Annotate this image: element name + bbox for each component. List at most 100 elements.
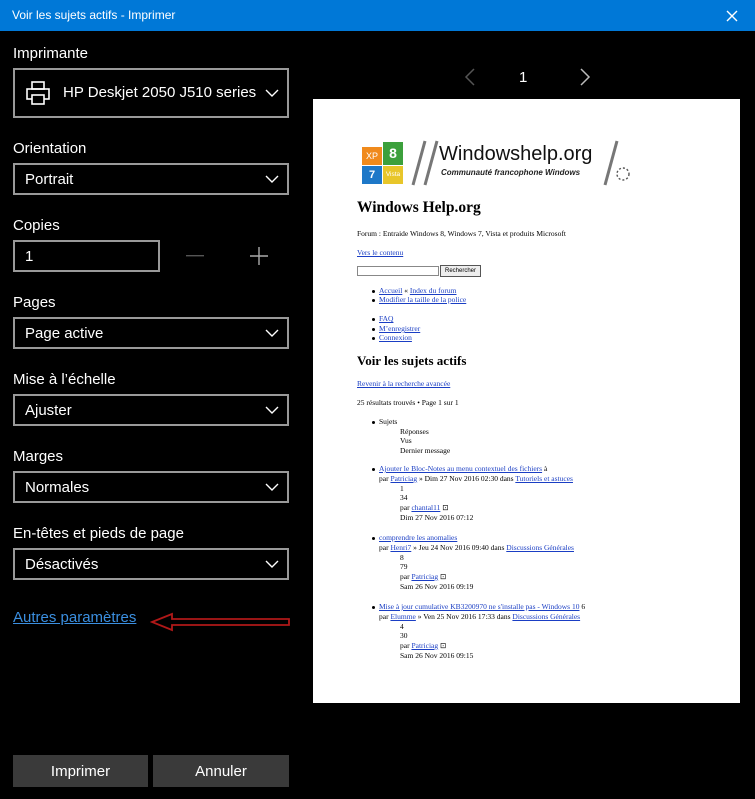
bullet xyxy=(372,468,375,471)
logo-site-name: Windowshelp.org xyxy=(439,143,593,165)
scale-value: Ajuster xyxy=(25,402,72,419)
margins-value: Normales xyxy=(25,479,90,496)
preview-topic-views: 34 xyxy=(400,493,408,502)
preview-topic-replies: 8 xyxy=(400,553,404,562)
preview-topic-suffix: 6 xyxy=(579,602,586,611)
preview-author-prefix: par xyxy=(379,474,391,483)
preview-topic-forum: Tutoriels et astuces xyxy=(515,474,573,483)
close-icon xyxy=(726,10,738,21)
copies-label: Copies xyxy=(13,217,60,234)
previous-page-button[interactable] xyxy=(460,66,480,88)
bullet xyxy=(372,606,375,609)
preview-topic-link: comprendre les anomalies xyxy=(379,533,458,542)
preview-back-link: Revenir à la recherche avancée xyxy=(357,379,451,388)
scale-label: Mise à l’échelle xyxy=(13,371,116,388)
preview-faq-link: FAQ xyxy=(379,314,394,323)
logo-tile-8: 8 xyxy=(383,142,403,165)
margins-label: Marges xyxy=(13,448,64,465)
printer-label: Imprimante xyxy=(13,45,89,62)
margins-select[interactable]: Normales xyxy=(13,471,289,503)
logo-tile-vista: Vista xyxy=(383,166,403,184)
bullet xyxy=(372,290,375,293)
preview-topic-last-date: Dim 27 Nov 2016 07:12 xyxy=(400,513,474,522)
more-settings-link[interactable]: Autres paramètres xyxy=(13,609,136,626)
loading-dots-icon xyxy=(616,167,630,181)
title-bar: Voir les sujets actifs - Imprimer xyxy=(0,0,755,31)
orientation-label: Orientation xyxy=(13,140,87,157)
preview-topic-last-by: par Patriciag ⊡ xyxy=(400,572,446,581)
preview-col-replies: Réponses xyxy=(400,427,429,436)
preview-nav-item: Accueil « Index du forum xyxy=(379,286,456,295)
preview-topic-last-by: par chantal11 ⊡ xyxy=(400,503,449,512)
preview-post-icon: ⊡ xyxy=(438,641,447,650)
preview-forum-desc: Forum : Entraide Windows 8, Windows 7, V… xyxy=(357,229,566,238)
bullet xyxy=(372,299,375,302)
preview-topic-meta: par Elumme » Ven 25 Nov 2016 17:33 dans … xyxy=(379,612,580,621)
preview-topic-last-by: par Patriciag ⊡ xyxy=(400,641,446,650)
copies-input[interactable]: 1 xyxy=(13,240,160,272)
preview-topic-link: Ajouter le Bloc-Notes au menu contextuel… xyxy=(379,464,543,473)
chevron-down-icon xyxy=(265,89,279,97)
increment-copies-button[interactable] xyxy=(245,242,273,270)
close-button[interactable] xyxy=(709,0,755,31)
preview-topic-author: Elumme xyxy=(390,612,416,621)
preview-topic-replies: 4 xyxy=(400,622,404,631)
preview-topic-suffix: à xyxy=(542,464,548,473)
page-number: 1 xyxy=(519,69,528,86)
preview-login-link: Connexion xyxy=(379,333,412,342)
preview-skip-link: Vers le contenu xyxy=(357,248,404,257)
minus-icon xyxy=(186,255,204,257)
preview-last-user: Patriciag xyxy=(411,641,439,650)
chevron-down-icon xyxy=(265,329,279,337)
preview-col-topics: Sujets xyxy=(379,417,398,426)
bullet xyxy=(372,318,375,321)
headers-footers-label: En-têtes et pieds de page xyxy=(13,525,184,542)
preview-topic-meta: par Henri7 » Jeu 24 Nov 2016 09:40 dans … xyxy=(379,543,574,552)
orientation-select[interactable]: Portrait xyxy=(13,163,289,195)
printer-icon xyxy=(26,81,50,105)
preview-topic-title: Mise à jour cumulative KB3200970 ne s'in… xyxy=(379,602,585,611)
cancel-button[interactable]: Annuler xyxy=(153,755,289,787)
preview-section-title: Voir les sujets actifs xyxy=(357,353,467,368)
decrement-copies-button[interactable] xyxy=(181,242,209,270)
headers-footers-select[interactable]: Désactivés xyxy=(13,548,289,580)
preview-nav-sep: « xyxy=(402,286,410,295)
preview-search-box xyxy=(357,266,439,276)
preview-last-prefix: par xyxy=(400,641,412,650)
chevron-down-icon xyxy=(265,483,279,491)
logo-tile-7: 7 xyxy=(362,166,382,184)
printer-select[interactable]: HP Deskjet 2050 J510 series xyxy=(13,68,289,118)
preview-post-icon: ⊡ xyxy=(438,572,447,581)
plus-icon xyxy=(250,247,268,265)
preview-topic-date: » Ven 25 Nov 2016 17:33 dans xyxy=(415,612,513,621)
chevron-down-icon xyxy=(265,406,279,414)
preview-topic-meta: par Patriciag » Dim 27 Nov 2016 02:30 da… xyxy=(379,474,573,483)
bullet xyxy=(372,328,375,331)
chevron-down-icon xyxy=(265,175,279,183)
preview-topic-title: comprendre les anomalies xyxy=(379,533,457,542)
orientation-value: Portrait xyxy=(25,171,74,188)
next-page-button[interactable] xyxy=(575,66,595,88)
logo-tile-xp: XP xyxy=(362,147,382,165)
preview-home-link: Accueil xyxy=(379,286,403,295)
print-preview-page: XP 8 7 Vista Windowshelp.org Communauté … xyxy=(313,99,740,703)
site-logo: XP 8 7 Vista Windowshelp.org Communauté … xyxy=(359,139,639,187)
logo-slashes-icon xyxy=(411,140,439,186)
preview-topic-date: » Jeu 24 Nov 2016 09:40 dans xyxy=(411,543,507,552)
preview-last-prefix: par xyxy=(400,572,412,581)
pages-label: Pages xyxy=(13,294,56,311)
print-button[interactable]: Imprimer xyxy=(13,755,148,787)
preview-topic-views: 30 xyxy=(400,631,408,640)
preview-topic-forum: Discussions Générales xyxy=(506,543,574,552)
preview-topic-replies: 1 xyxy=(400,484,404,493)
pages-value: Page active xyxy=(25,325,104,342)
preview-last-user: Patriciag xyxy=(411,572,439,581)
preview-search-button: Rechercher xyxy=(440,265,481,277)
pages-select[interactable]: Page active xyxy=(13,317,289,349)
preview-last-user: chantal11 xyxy=(411,503,441,512)
scale-select[interactable]: Ajuster xyxy=(13,394,289,426)
preview-topic-last-date: Sam 26 Nov 2016 09:19 xyxy=(400,582,474,591)
preview-last-prefix: par xyxy=(400,503,412,512)
preview-site-title: Windows Help.org xyxy=(357,199,481,216)
copies-value: 1 xyxy=(25,248,34,265)
